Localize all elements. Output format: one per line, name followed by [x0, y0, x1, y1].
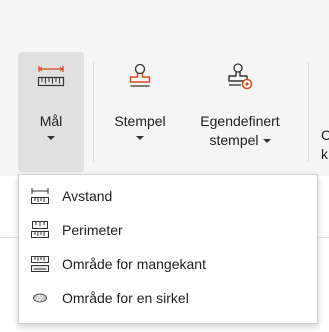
custom-stamp-label-line2: stempel — [209, 132, 259, 148]
ribbon-separator — [93, 62, 94, 162]
measure-label: Mål — [39, 113, 63, 129]
stamp-label: Stempel — [114, 113, 166, 129]
stamp-icon — [125, 62, 155, 92]
ribbon-separator — [308, 62, 309, 162]
custom-stamp-label-line2-row: stempel — [209, 131, 271, 150]
clipped-next-button-label-line1: C — [321, 127, 329, 143]
chevron-down-icon — [136, 136, 144, 140]
stamp-button[interactable]: Stempel — [102, 52, 178, 172]
chevron-down-icon — [47, 136, 55, 140]
menu-item-polygon-area[interactable]: Område for mangekant — [19, 247, 317, 281]
menu-item-perimeter[interactable]: Perimeter — [19, 213, 317, 247]
menu-item-label: Område for mangekant — [62, 256, 206, 272]
menu-item-circle-area[interactable]: Område for en sirkel — [19, 281, 317, 315]
ruler-measure-icon — [36, 62, 66, 92]
menu-item-distance[interactable]: Avstand — [19, 179, 317, 213]
chevron-down-icon — [262, 138, 271, 143]
custom-stamp-label-line1: Egendefinert — [200, 113, 280, 129]
clipped-next-button-label-line2: k — [321, 146, 328, 162]
menu-item-label: Perimeter — [62, 222, 123, 238]
circle-area-icon — [30, 288, 50, 308]
polygon-area-icon — [30, 254, 50, 274]
menu-item-label: Avstand — [62, 188, 113, 204]
distance-icon — [30, 186, 50, 206]
menu-item-label: Område for en sirkel — [62, 290, 189, 306]
custom-stamp-button[interactable]: Egendefinert stempel — [182, 52, 298, 172]
measure-dropdown-menu: Avstand Perimeter Område for mangekant O… — [18, 174, 318, 324]
measure-button[interactable]: Mål — [18, 52, 84, 172]
perimeter-icon — [30, 220, 50, 240]
custom-stamp-icon — [225, 62, 255, 92]
